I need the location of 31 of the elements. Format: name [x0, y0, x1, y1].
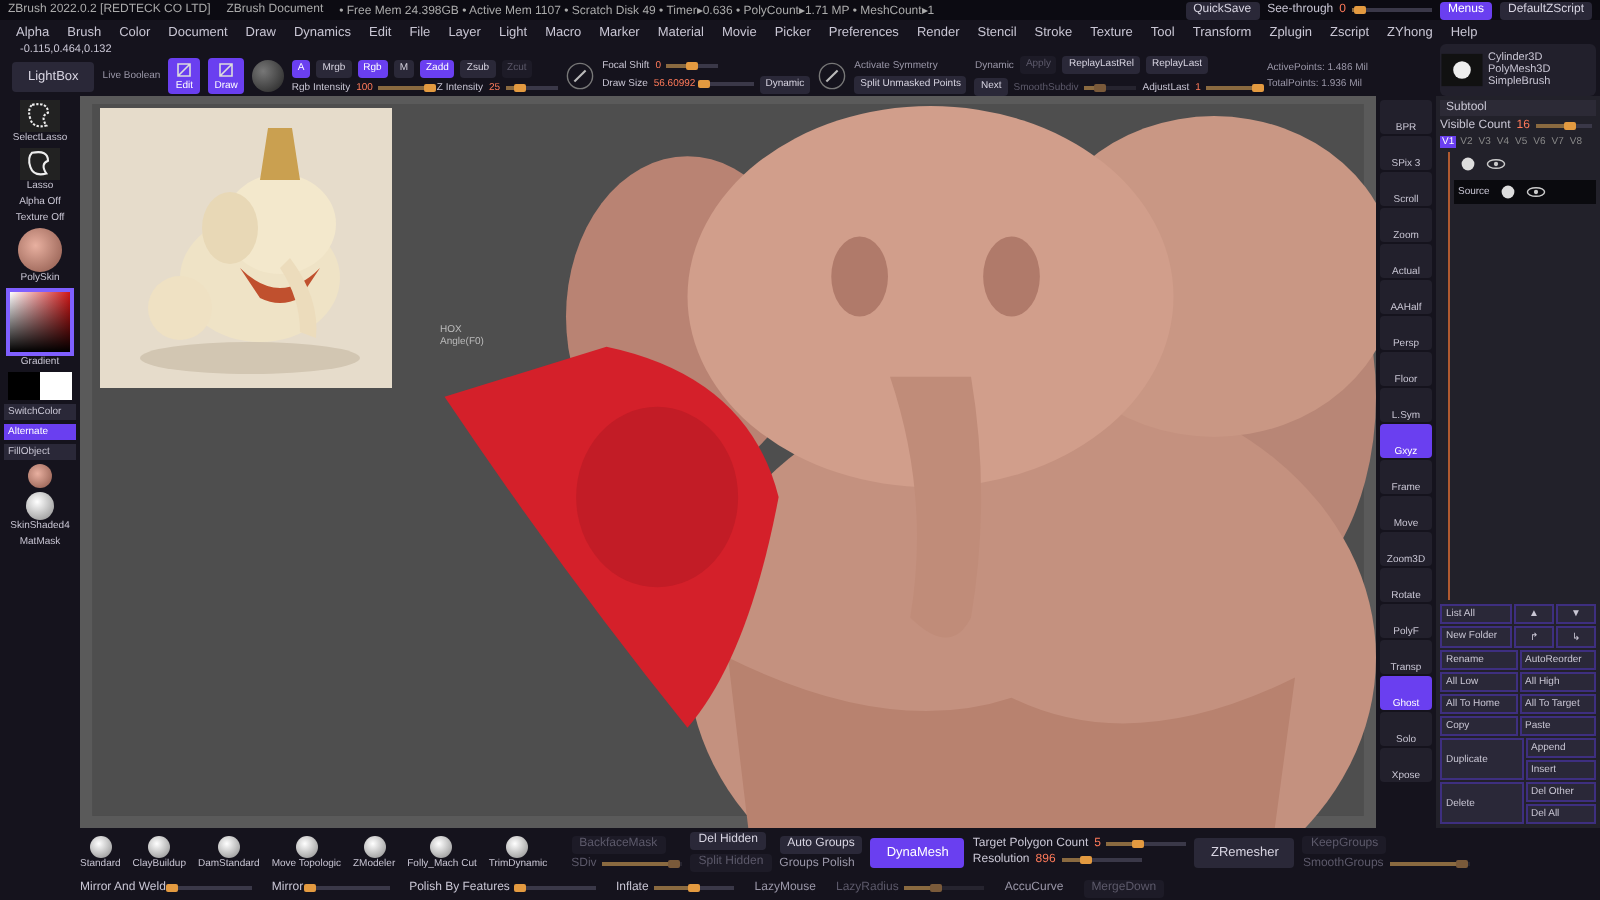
slider-thumb[interactable] — [1252, 83, 1265, 91]
lasso-icon — [20, 148, 60, 180]
slider-thumb[interactable] — [1079, 856, 1092, 864]
slider-thumb[interactable] — [165, 884, 178, 892]
mesh-icon — [1458, 156, 1478, 172]
slider-thumb[interactable] — [688, 884, 701, 892]
mesh-icon — [1497, 184, 1518, 200]
slider-thumb[interactable] — [698, 80, 711, 88]
material-sphere-icon[interactable] — [251, 60, 284, 92]
sphere-icon — [18, 228, 62, 272]
slider-thumb[interactable] — [513, 884, 526, 892]
mesh-icon[interactable] — [1440, 52, 1484, 88]
slider-thumb[interactable] — [1132, 840, 1145, 848]
slider-thumb[interactable] — [1353, 6, 1366, 14]
lasso-icon — [20, 100, 60, 132]
edit-icon — [174, 60, 195, 80]
slider-thumb[interactable] — [686, 61, 699, 69]
color-swatch[interactable] — [8, 372, 40, 400]
color-picker[interactable] — [6, 288, 74, 356]
slider-thumb[interactable] — [424, 83, 437, 91]
dial-icon[interactable] — [566, 62, 595, 90]
dial-icon[interactable] — [818, 62, 847, 90]
slider-thumb[interactable] — [513, 83, 526, 91]
slider-thumb[interactable] — [303, 884, 316, 892]
sphere-icon[interactable] — [28, 464, 52, 488]
eye-icon[interactable] — [1486, 156, 1506, 172]
eye-icon[interactable] — [1525, 184, 1546, 200]
edit-icon — [216, 60, 237, 80]
color-swatch[interactable] — [40, 372, 72, 400]
slider-thumb[interactable] — [1563, 122, 1576, 130]
sphere-icon — [26, 492, 54, 520]
